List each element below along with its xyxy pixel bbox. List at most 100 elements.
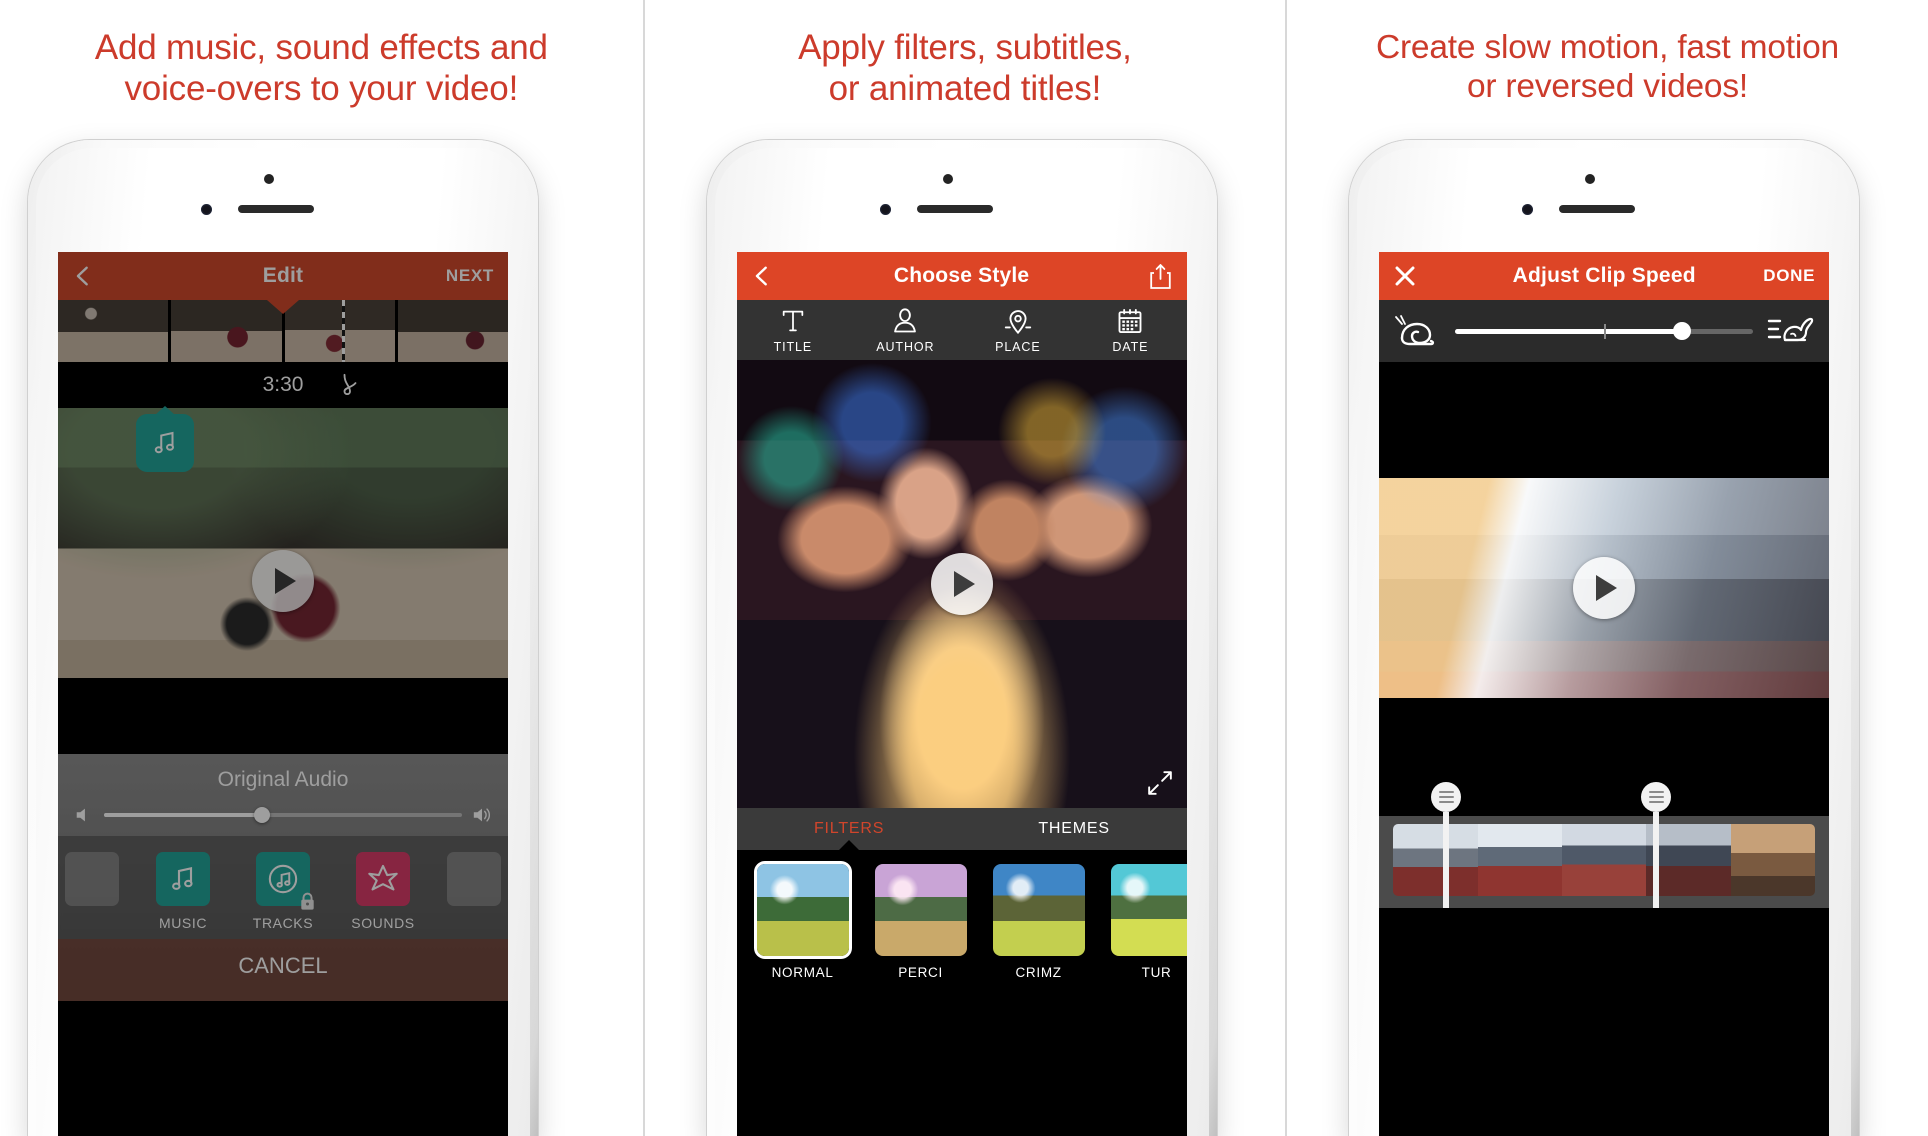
navbar-title: Choose Style bbox=[893, 264, 1030, 287]
tab-themes[interactable]: THEMES bbox=[962, 808, 1187, 850]
phone-mockup-1: Edit NEXT 3:30 Original Audio MUSIC TRAC… bbox=[28, 140, 538, 1136]
timeline-frame bbox=[171, 300, 282, 362]
navbar-edit: Edit NEXT bbox=[58, 252, 508, 300]
trim-frame bbox=[1562, 824, 1647, 896]
grip-lines-icon[interactable] bbox=[1641, 782, 1672, 812]
front-camera-icon bbox=[879, 204, 891, 215]
tracks-tile[interactable] bbox=[256, 852, 314, 910]
proximity-sensor-icon bbox=[264, 174, 274, 184]
front-camera-icon bbox=[201, 204, 212, 215]
tool-sounds[interactable]: SOUNDS bbox=[347, 852, 419, 931]
video-preview-2[interactable] bbox=[736, 360, 1187, 808]
style-tab-place[interactable]: PLACE bbox=[962, 307, 1075, 354]
play-button-3[interactable] bbox=[1573, 557, 1636, 619]
navbar-choose-style: Choose Style bbox=[736, 252, 1187, 300]
filter-label: NORMAL bbox=[771, 965, 834, 980]
lock-icon bbox=[301, 892, 314, 910]
timeline-frame bbox=[284, 300, 395, 362]
expand-arrows-icon[interactable] bbox=[1147, 770, 1173, 796]
close-x-icon[interactable] bbox=[1393, 264, 1417, 288]
speaker-low-icon[interactable] bbox=[74, 806, 94, 824]
filter-thumbnail bbox=[874, 864, 967, 956]
volume-knob[interactable] bbox=[253, 807, 270, 823]
trim-handle-left[interactable] bbox=[1431, 782, 1462, 908]
style-tab-title[interactable]: TITLE bbox=[737, 307, 850, 354]
share-icon[interactable] bbox=[1148, 263, 1173, 290]
earpiece-speaker-icon bbox=[1559, 205, 1636, 213]
filter-item-tur[interactable]: TUR bbox=[1109, 864, 1187, 980]
speed-fill bbox=[1455, 328, 1682, 334]
filter-thumbnail bbox=[992, 864, 1085, 956]
music-circle-icon bbox=[268, 864, 298, 894]
music-clip-badge[interactable] bbox=[136, 414, 194, 472]
filter-item-normal[interactable]: NORMAL bbox=[755, 864, 851, 980]
filter-thumbnail bbox=[1110, 864, 1187, 956]
rabbit-icon bbox=[1767, 317, 1814, 342]
play-button-1[interactable] bbox=[252, 550, 314, 612]
style-tab-label: DATE bbox=[1112, 340, 1149, 354]
tool-music[interactable]: MUSIC bbox=[147, 852, 219, 931]
trim-handle-stem bbox=[1653, 812, 1660, 908]
timeline-frame bbox=[58, 300, 169, 362]
filter-item-crimz[interactable]: CRIMZ bbox=[991, 864, 1087, 980]
filters-carousel[interactable]: NORMAL PERCI CRIMZ TUR bbox=[736, 850, 1187, 988]
chevron-left-icon[interactable] bbox=[72, 265, 94, 287]
timeline-notch bbox=[267, 300, 299, 314]
proximity-sensor-icon bbox=[1585, 174, 1596, 184]
letterbox-bottom bbox=[58, 678, 508, 754]
video-frame-breakdance bbox=[58, 408, 508, 678]
panel-2-headline: Apply filters, subtitles, or animated ti… bbox=[798, 28, 1132, 108]
next-button[interactable]: NEXT bbox=[446, 266, 494, 286]
play-button-2[interactable] bbox=[930, 553, 993, 615]
phone-mockup-2: Choose Style TITLE AUTHOR PLACE DATE FIL… bbox=[706, 140, 1217, 1136]
volume-slider[interactable] bbox=[104, 807, 462, 823]
done-button[interactable]: DONE bbox=[1763, 266, 1815, 286]
snail-icon bbox=[1395, 315, 1435, 346]
person-icon bbox=[894, 308, 917, 333]
music-tile[interactable] bbox=[156, 852, 210, 906]
map-pin-icon bbox=[1004, 310, 1032, 335]
style-tab-label: AUTHOR bbox=[876, 340, 935, 354]
volume-fill bbox=[104, 813, 262, 817]
filter-item-perci[interactable]: PERCI bbox=[873, 864, 969, 980]
tool-tracks[interactable]: TRACKS bbox=[247, 852, 319, 931]
timeline-frame bbox=[397, 300, 508, 362]
phone-bezel-1: Edit NEXT 3:30 Original Audio MUSIC TRAC… bbox=[36, 148, 530, 1136]
vine-icon bbox=[343, 373, 357, 395]
navbar-title: Adjust Clip Speed bbox=[1512, 264, 1696, 287]
panel-1-headline: Add music, sound effects and voice-overs… bbox=[94, 28, 548, 108]
sounds-tile[interactable] bbox=[356, 852, 410, 906]
tool-label: SOUNDS bbox=[351, 915, 415, 931]
calendar-icon bbox=[1118, 308, 1142, 334]
style-tabs: TITLE AUTHOR PLACE DATE bbox=[736, 300, 1187, 360]
speaker-high-icon[interactable] bbox=[472, 806, 492, 824]
earpiece-speaker-icon bbox=[916, 205, 993, 213]
grip-lines-icon[interactable] bbox=[1431, 782, 1462, 812]
timeline-filmstrip[interactable] bbox=[58, 300, 508, 362]
volume-row bbox=[58, 800, 508, 836]
timeline-playhead[interactable] bbox=[341, 300, 345, 362]
tool-label: MUSIC bbox=[158, 915, 208, 931]
style-tab-label: TITLE bbox=[773, 340, 813, 354]
star-burst-icon bbox=[368, 864, 398, 891]
cancel-button[interactable]: CANCEL bbox=[58, 939, 508, 1001]
trim-handle-stem bbox=[1443, 812, 1450, 908]
screenshot-board: Add music, sound effects and voice-overs… bbox=[0, 0, 1928, 1136]
music-note-icon bbox=[172, 867, 193, 890]
chevron-left-icon[interactable] bbox=[751, 265, 773, 287]
speed-slider-row bbox=[1379, 300, 1830, 362]
panel-speed: Create slow motion, fast motion or rever… bbox=[1285, 0, 1928, 1136]
trim-timeline[interactable] bbox=[1379, 782, 1830, 908]
earpiece-speaker-icon bbox=[238, 205, 314, 213]
style-tab-author[interactable]: AUTHOR bbox=[849, 307, 962, 354]
audio-track-title: Original Audio bbox=[217, 768, 349, 791]
filter-label: CRIMZ bbox=[1015, 965, 1062, 980]
style-tab-date[interactable]: DATE bbox=[1074, 307, 1187, 354]
speed-knob[interactable] bbox=[1672, 322, 1691, 340]
video-preview-3[interactable] bbox=[1379, 478, 1830, 698]
trim-handle-right[interactable] bbox=[1641, 782, 1672, 908]
active-tab-caret bbox=[838, 840, 861, 851]
video-preview-1[interactable] bbox=[58, 408, 508, 754]
tool-label: TRACKS bbox=[252, 915, 314, 931]
speed-slider[interactable] bbox=[1455, 322, 1754, 340]
